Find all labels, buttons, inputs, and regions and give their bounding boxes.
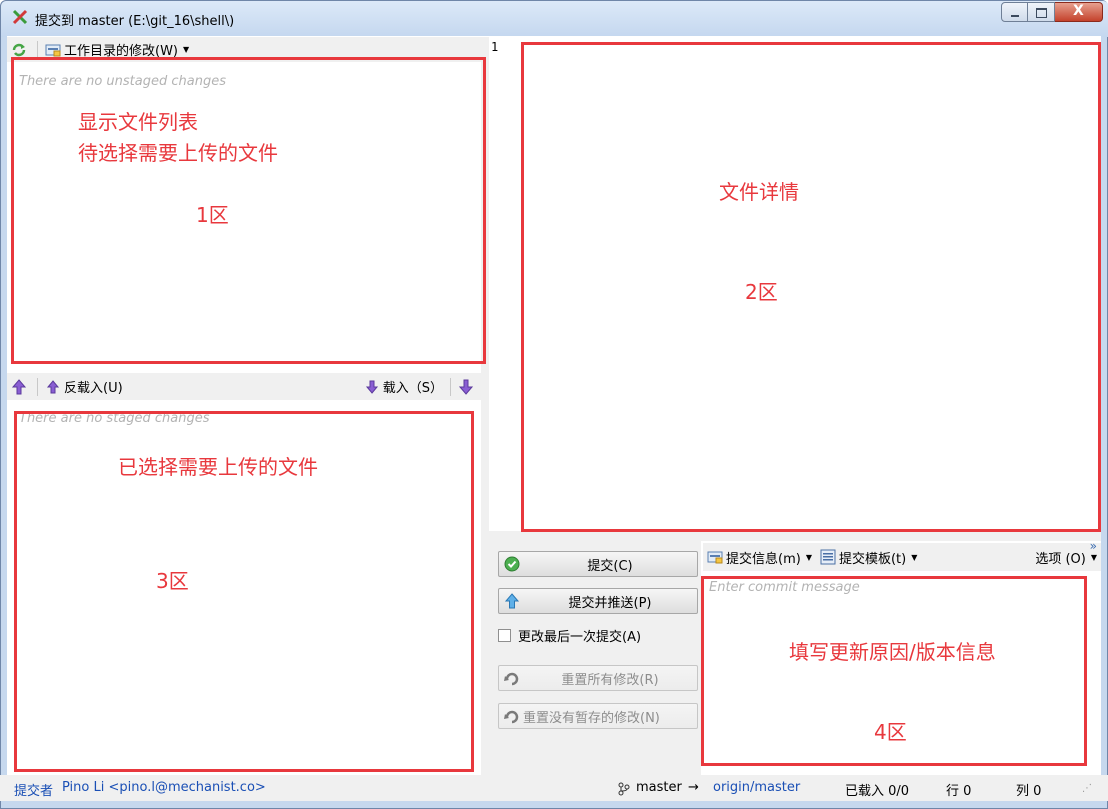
staged-count: 已载入 0/0 [845,784,910,799]
stage-label: 载入（S） [382,381,443,396]
area4-label: 4区 [874,720,907,744]
template-icon [820,549,836,565]
area2-label: 2区 [745,280,778,304]
commit-message-icon [707,551,723,564]
reset-icon [504,710,519,724]
push-arrow-icon [504,593,520,609]
branch-icon [618,782,630,796]
committer-info[interactable]: Pino Li <pino.l@mechanist.co> [62,780,266,795]
area1-annotation-line2: 待选择需要上传的文件 [78,141,278,165]
double-up-arrow-icon [11,378,27,394]
branch-arrow-icon: → [688,780,699,795]
area2-highlight [521,42,1101,532]
commit-button[interactable]: 提交(C) [498,551,698,577]
stage-button[interactable]: 载入（S） [360,376,447,398]
chevron-down-icon: ▼ [911,552,918,562]
reset-unstaged-label: 重置没有暂存的修改(N) [523,710,660,726]
resize-grip-icon[interactable]: ⋰ [1082,783,1092,794]
commit-template-menu-label: 提交模板(t) [838,551,907,567]
status-bar: 提交者 Pino Li <pino.l@mechanist.co> master… [0,775,1108,801]
close-button[interactable]: X [1055,2,1103,22]
options-menu-label: 选项 (O) [1035,551,1086,567]
staging-toolbar: 反载入(U) 载入（S） [7,373,481,400]
window-title: 提交到 master (E:\git_16\shell\) [35,14,235,29]
refresh-icon [12,43,26,56]
remote-branch[interactable]: origin/master [713,780,800,795]
amend-label: 更改最后一次提交(A) [518,630,642,645]
diff-commit-splitter[interactable] [489,531,1101,541]
current-branch: master [636,780,682,795]
toolbar-separator [37,40,38,59]
minimize-button[interactable] [1001,2,1028,22]
reset-all-changes-button[interactable]: 重置所有修改(R) [498,665,698,691]
area2-annotation: 文件详情 [719,180,799,204]
area3-annotation: 已选择需要上传的文件 [118,455,318,479]
reset-unstaged-changes-button[interactable]: 重置没有暂存的修改(N) [498,703,698,729]
area3-label: 3区 [156,569,189,593]
reset-all-label: 重置所有修改(R) [561,672,659,688]
close-icon: X [1073,3,1084,19]
toolbar-separator [37,377,38,396]
stage-all-button[interactable] [454,376,481,398]
maximize-button[interactable] [1028,2,1055,22]
chevron-down-icon: ▼ [1090,552,1097,562]
diff-line-number: 1 [491,40,499,54]
commit-and-push-label: 提交并推送(P) [568,595,652,611]
git-extensions-logo-icon [12,9,28,25]
down-arrow-icon [365,380,378,394]
area1-annotation-line1: 显示文件列表 [78,110,198,134]
area4-annotation: 填写更新原因/版本信息 [789,640,996,664]
commit-message-toolbar: 提交信息(m) ▼ 提交模板(t) ▼ 选项 (O) ▼ » [703,539,1101,571]
area1-label: 1区 [196,203,229,227]
up-arrow-icon [46,379,60,393]
cursor-column: 列 0 [1016,784,1042,799]
check-icon [504,556,520,572]
title-bar: 提交到 master (E:\git_16\shell\) X [1,1,1108,37]
reset-icon [504,672,519,686]
area1-highlight [11,57,486,364]
amend-commit-option[interactable]: 更改最后一次提交(A) [498,626,641,645]
unstage-button[interactable]: 反载入(U) [41,376,127,398]
cursor-row: 行 0 [946,784,972,799]
amend-checkbox[interactable] [498,629,511,642]
committer-prefix: 提交者 [14,784,54,799]
commit-message-menu-label: 提交信息(m) [726,551,801,567]
unstage-label: 反载入(U) [64,381,123,396]
commit-template-menu[interactable]: 提交模板(t) ▼ [816,546,921,568]
chevron-down-icon: ▼ [805,552,812,562]
commit-and-push-button[interactable]: 提交并推送(P) [498,588,698,614]
toolbar-overflow-icon[interactable]: » [1090,539,1097,553]
commit-message-menu[interactable]: 提交信息(m) ▼ [703,546,816,568]
double-down-arrow-icon [458,379,474,395]
toolbar-separator [450,377,451,396]
working-dir-icon [45,44,61,56]
unstage-all-button[interactable] [7,376,34,398]
commit-label: 提交(C) [587,558,633,574]
chevron-down-icon: ▼ [183,45,190,54]
